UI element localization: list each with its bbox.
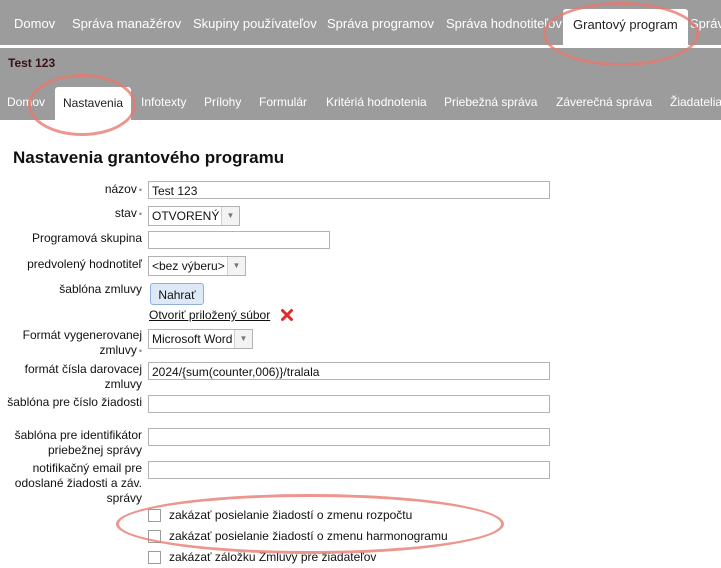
format-zmluvy-select[interactable]: Microsoft Word ▼ — [148, 329, 253, 349]
chevron-down-icon: ▼ — [234, 330, 252, 348]
format-cisla-input[interactable]: 2024/{sum(counter,006)}/tralala — [148, 362, 550, 380]
top-nav-item-skupiny-pouzivatelov[interactable]: Skupiny používateľov — [193, 0, 317, 45]
sub-nav: Domov Nastavenia Infotexty Prílohy Formu… — [0, 79, 721, 120]
top-nav-item-sprav[interactable]: Správ — [690, 0, 721, 45]
sablona-cislo-input[interactable] — [148, 395, 550, 413]
tab-priebezna-sprava[interactable]: Priebežná správa — [444, 79, 537, 120]
chevron-down-icon: ▼ — [227, 257, 245, 275]
format-zmluvy-label: Formát vygenerovanej zmluvy • — [22, 328, 142, 357]
tab-formular[interactable]: Formulár — [259, 79, 307, 120]
tab-prilohy[interactable]: Prílohy — [204, 79, 241, 120]
upload-button[interactable]: Nahrať — [150, 283, 204, 305]
disable-contracts-tab-checkbox[interactable] — [148, 551, 161, 564]
stav-select-value: OTVORENÝ — [152, 209, 220, 223]
top-nav: Domov Správa manažérov Skupiny používate… — [0, 0, 721, 45]
notifikacny-email-label: notifikačný email pre odoslané žiadosti … — [14, 461, 142, 505]
stav-label: stav • — [114, 206, 142, 220]
tab-kriteria-hodnotenia[interactable]: Kritériá hodnotenia — [326, 79, 427, 120]
format-zmluvy-value: Microsoft Word — [152, 332, 233, 346]
disable-schedule-change-label: zakázať posielanie žiadostí o zmenu harm… — [169, 529, 448, 543]
sablona-identifikator-input[interactable] — [148, 428, 550, 446]
top-nav-item-domov[interactable]: Domov — [14, 0, 55, 45]
top-nav-item-grantovy-program[interactable]: Grantový program — [563, 9, 688, 45]
tab-ziadatelia[interactable]: Žiadatelia — [670, 79, 721, 120]
program-title-bar: Test 123 — [0, 48, 721, 79]
red-x-icon[interactable] — [280, 308, 294, 322]
tab-zaverecna-sprava[interactable]: Záverečná správa — [556, 79, 652, 120]
page-title: Nastavenia grantového programu — [13, 148, 285, 167]
predvoleny-hodnotitel-select[interactable]: <bez výberu> ▼ — [148, 256, 246, 276]
stav-select[interactable]: OTVORENÝ ▼ — [148, 206, 240, 226]
disable-schedule-change-checkbox[interactable] — [148, 530, 161, 543]
tab-infotexty[interactable]: Infotexty — [141, 79, 186, 120]
programova-skupina-label: Programová skupina — [31, 231, 142, 245]
disable-budget-change-checkbox[interactable] — [148, 509, 161, 522]
disable-budget-change-label: zakázať posielanie žiadostí o zmenu rozp… — [169, 508, 413, 522]
sablona-zmluvy-label: šablóna zmluvy — [59, 282, 142, 296]
program-title: Test 123 — [8, 56, 56, 70]
top-nav-item-sprava-manazerov[interactable]: Správa manažérov — [72, 0, 181, 45]
tab-nastavenia[interactable]: Nastavenia — [55, 87, 132, 120]
nazov-label: názov • — [104, 182, 142, 196]
top-nav-item-sprava-programov[interactable]: Správa programov — [327, 0, 434, 45]
highlight-ring-checkboxes — [116, 494, 504, 554]
top-nav-item-sprava-hodnotitelov[interactable]: Správa hodnotiteľov — [446, 0, 562, 45]
predvoleny-hodnotitel-label: predvolený hodnotiteľ — [27, 257, 142, 271]
sablona-identifikator-label: šablóna pre identifikátor priebežnej spr… — [14, 428, 142, 457]
programova-skupina-input[interactable] — [148, 231, 330, 249]
open-attached-file-link[interactable]: Otvoriť priložený súbor — [149, 308, 270, 322]
predvoleny-hodnotitel-value: <bez výberu> — [152, 259, 225, 273]
notifikacny-email-input[interactable] — [148, 461, 550, 479]
nazov-input[interactable]: Test 123 — [148, 181, 550, 199]
format-cisla-label: formát čísla darovacej zmluvy — [24, 362, 142, 391]
tab-domov[interactable]: Domov — [7, 79, 45, 120]
chevron-down-icon: ▼ — [221, 207, 239, 225]
sablona-cislo-label: šablóna pre číslo žiadosti — [7, 395, 142, 409]
disable-contracts-tab-label: zakázať záložku Zmluvy pre žiadateľov — [169, 550, 377, 564]
